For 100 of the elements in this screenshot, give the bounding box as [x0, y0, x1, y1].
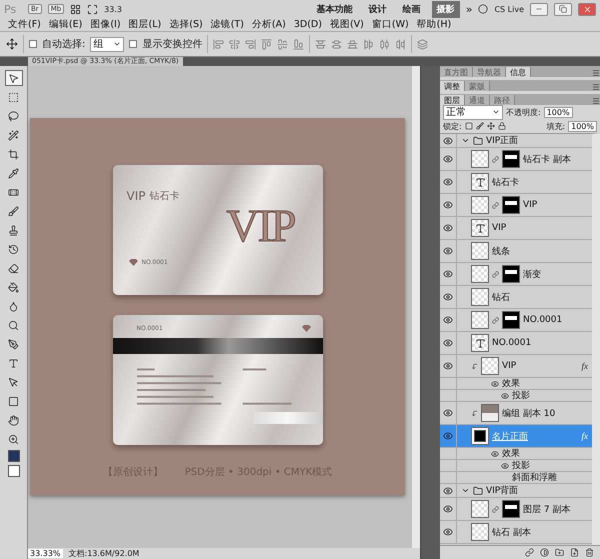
- restore-button[interactable]: [554, 2, 572, 16]
- layer-row[interactable]: 图层 7 副本: [440, 498, 592, 521]
- workspace-button[interactable]: 设计: [364, 0, 392, 18]
- minimize-button[interactable]: [530, 2, 548, 16]
- adjustment-icon: [540, 548, 549, 557]
- layer-thumbnail: [471, 242, 489, 260]
- panel-menu-icon: [592, 97, 600, 105]
- diamond-icon: [128, 259, 138, 266]
- auto-select-dropdown[interactable]: 组: [90, 36, 124, 52]
- menu-item[interactable]: 帮助(H): [414, 18, 454, 31]
- app-logo: Ps: [4, 2, 18, 16]
- background-color-swatch[interactable]: [8, 465, 20, 477]
- document-size: 文档:13.6M/92.0M: [68, 548, 140, 559]
- menu-item[interactable]: 窗口(W): [370, 18, 411, 31]
- link-icon: [492, 316, 499, 324]
- menu-item[interactable]: 图像(I): [88, 18, 123, 31]
- auto-select-label: 自动选择:: [42, 38, 86, 51]
- align-icon: [293, 38, 304, 50]
- layer-name: 渐变: [523, 268, 541, 280]
- panel-tab[interactable]: 调整: [440, 81, 465, 91]
- layer-row[interactable]: NO.0001: [440, 332, 592, 355]
- panel-tab[interactable]: 路径: [490, 95, 515, 105]
- layer-name: VIP: [502, 361, 516, 371]
- effect-row[interactable]: 投影: [440, 390, 592, 402]
- panel-tab[interactable]: 信息: [506, 67, 531, 77]
- link-icon: [492, 506, 499, 512]
- effects-label: 效果: [502, 448, 520, 460]
- layer-row[interactable]: VIP: [440, 217, 592, 240]
- eye-icon: [491, 450, 499, 458]
- layer-thumbnail: [481, 404, 499, 422]
- zoom-dropdown[interactable]: 33.3: [104, 4, 122, 14]
- layer-row[interactable]: VIP: [440, 194, 592, 217]
- layer-name: 钻石卡 副本: [523, 154, 571, 166]
- workspace-button[interactable]: 基本功能: [312, 0, 358, 18]
- folder-icon: [473, 136, 483, 146]
- link-layers-icon: [525, 548, 534, 557]
- panel-tab[interactable]: 导航器: [473, 67, 506, 77]
- workspace-button[interactable]: 绘画: [398, 0, 426, 18]
- folder-icon: [473, 486, 483, 496]
- menu-item[interactable]: 分析(A): [250, 18, 288, 31]
- more-workspaces-button[interactable]: »: [466, 2, 472, 16]
- panel-tab[interactable]: 图层: [440, 95, 465, 105]
- cs-live-button[interactable]: CS Live: [494, 4, 524, 14]
- layer-group-row[interactable]: VIP背面: [440, 484, 592, 498]
- layer-thumbnail: [481, 357, 499, 375]
- align-icon: [245, 38, 256, 50]
- panel-tab[interactable]: 直方图: [440, 67, 473, 77]
- checkbox[interactable]: [129, 40, 138, 48]
- menu-item[interactable]: 选择(S): [167, 18, 205, 31]
- layer-group-row[interactable]: VIP正面: [440, 134, 592, 148]
- layer-name: 钻石: [492, 292, 510, 304]
- menu-item[interactable]: 视图(V): [328, 18, 366, 31]
- menu-item[interactable]: 滤镜(T): [208, 18, 246, 31]
- menu-item[interactable]: 3D(D): [292, 19, 324, 30]
- checkbox[interactable]: [29, 40, 37, 48]
- close-button[interactable]: [578, 2, 596, 16]
- layer-row[interactable]: 钻石卡: [440, 171, 592, 194]
- type-icon: [474, 338, 486, 348]
- layer-row[interactable]: 钻石: [440, 286, 592, 309]
- opacity-field[interactable]: 100%: [544, 106, 573, 118]
- cs-live-icon: [478, 4, 488, 14]
- layer-name: VIP: [523, 200, 538, 210]
- layer-thumbnail: [471, 311, 489, 329]
- link-icon: [492, 270, 499, 278]
- link-icon: [492, 202, 499, 208]
- zoom-field[interactable]: 33.33%: [28, 549, 63, 558]
- layer-name: 钻石卡: [492, 176, 519, 188]
- distribute-icon: [395, 38, 406, 50]
- layer-row[interactable]: VIP fx: [440, 355, 592, 378]
- menu-item[interactable]: 图层(L): [126, 18, 164, 31]
- layer-thumbnail: [471, 150, 489, 168]
- lock-transparency-icon: [464, 122, 473, 130]
- opacity-label: 不透明度:: [506, 106, 541, 118]
- layer-row[interactable]: 线条: [440, 240, 592, 263]
- layer-row[interactable]: 钻石卡 副本: [440, 148, 592, 171]
- fill-field[interactable]: 100%: [568, 120, 597, 132]
- layer-row[interactable]: 钻石 副本: [440, 521, 592, 544]
- workspace-button[interactable]: 摄影: [432, 0, 460, 18]
- layer-row[interactable]: NO.0001: [440, 309, 592, 332]
- move-tool-icon: [6, 38, 18, 50]
- menu-item[interactable]: 文件(F): [6, 18, 43, 31]
- panel-tab[interactable]: 蒙版: [465, 81, 490, 91]
- type-icon: [474, 222, 486, 234]
- eye-icon: [491, 380, 499, 388]
- move-tool-icon[interactable]: [4, 70, 22, 86]
- blend-mode-dropdown[interactable]: 正常: [443, 104, 503, 120]
- fx-label: fx: [582, 431, 588, 441]
- effect-row[interactable]: 斜面和浮雕: [440, 472, 592, 484]
- card-shape-icon: [474, 430, 486, 442]
- effect-row[interactable]: 投影: [440, 460, 592, 472]
- layer-name: 编组 副本 10: [502, 408, 556, 420]
- layer-row[interactable]: 渐变: [440, 263, 592, 286]
- foreground-color-swatch[interactable]: [8, 450, 20, 462]
- signature-strip: [252, 412, 322, 424]
- view-extras-icon: [70, 4, 82, 14]
- panel-tab[interactable]: 通道: [465, 95, 490, 105]
- menu-item[interactable]: 编辑(E): [46, 18, 84, 31]
- align-icon: [213, 38, 224, 50]
- layer-thumbnail: [471, 523, 489, 541]
- layer-name: 钻石 副本: [492, 526, 531, 538]
